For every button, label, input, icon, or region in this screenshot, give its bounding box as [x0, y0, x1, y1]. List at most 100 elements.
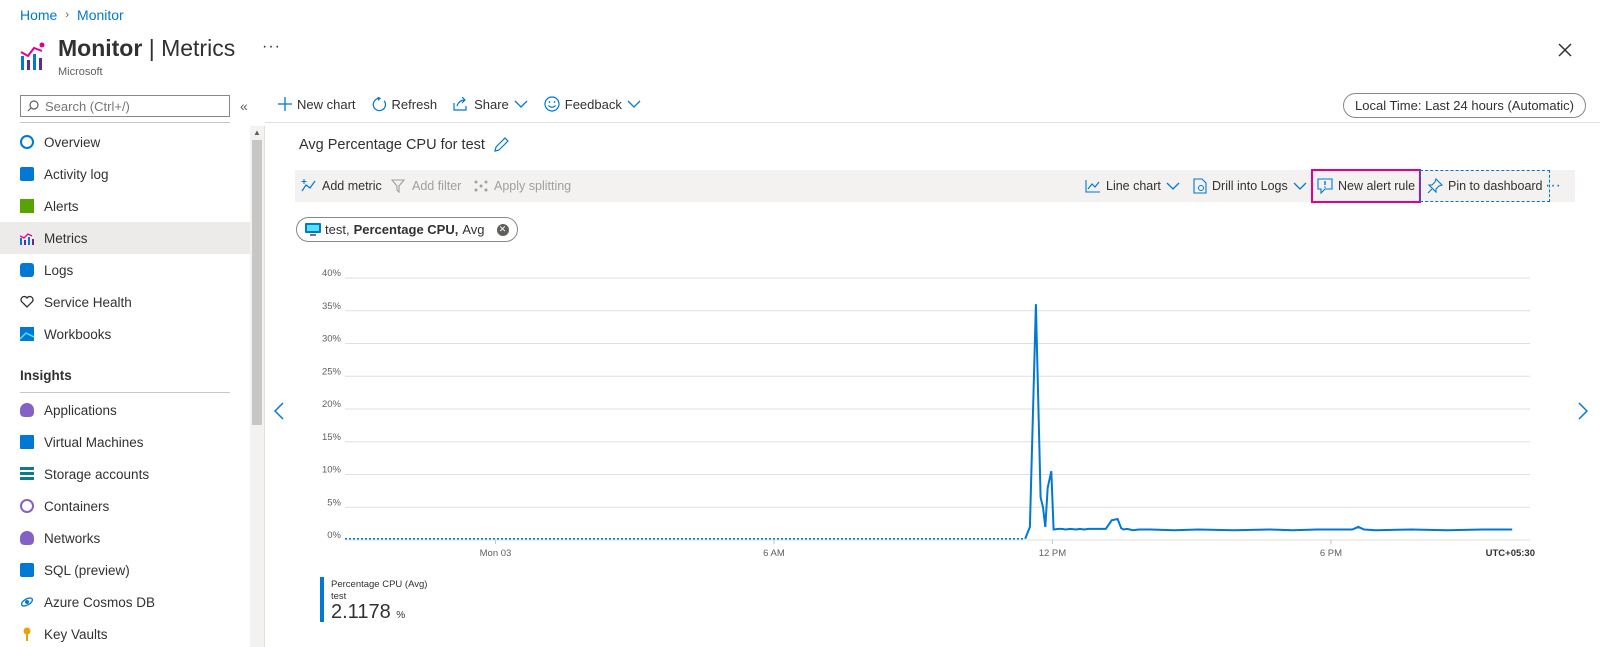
overview-icon — [20, 135, 34, 149]
chevron-right-icon: › — [65, 9, 70, 21]
insights-nav: Applications Virtual Machines Storage ac… — [0, 394, 250, 647]
refresh-label: Refresh — [391, 96, 438, 112]
pill-aggregation: Avg — [462, 222, 485, 237]
add-metric-icon — [301, 179, 316, 192]
networks-icon — [20, 531, 34, 545]
drill-into-logs-dropdown[interactable]: Drill into Logs — [1193, 170, 1307, 202]
search-input[interactable] — [45, 98, 220, 114]
drill-into-logs-label: Drill into Logs — [1212, 179, 1288, 193]
legend-color-bar — [320, 577, 324, 622]
share-button[interactable]: Share — [453, 97, 528, 112]
sidebar-item-label: Workbooks — [44, 326, 112, 342]
apply-splitting-button[interactable]: Apply splitting — [473, 170, 571, 202]
sidebar-item-label: Networks — [44, 530, 101, 546]
sidebar-item-metrics[interactable]: Metrics — [0, 222, 250, 254]
sidebar-item-alerts[interactable]: Alerts — [0, 190, 250, 222]
x-tick-label: 6 AM — [763, 548, 785, 559]
add-metric-button[interactable]: Add metric — [301, 170, 382, 202]
scroll-up-arrow-icon[interactable]: ▲ — [253, 128, 261, 137]
edit-pencil-icon[interactable] — [493, 137, 509, 153]
add-filter-label: Add filter — [412, 179, 462, 193]
y-tick-label: 5% — [327, 497, 341, 508]
alerts-icon — [20, 199, 34, 213]
chevron-down-icon — [1293, 182, 1307, 190]
chart-title-text: Avg Percentage CPU for test — [299, 137, 485, 153]
sidebar-item-cosmos-db[interactable]: Azure Cosmos DB — [0, 586, 250, 618]
sidebar-item-applications[interactable]: Applications — [0, 394, 250, 426]
pin-icon — [1427, 178, 1443, 194]
sidebar-item-label: Activity log — [44, 166, 109, 182]
sidebar-divider — [20, 122, 230, 123]
vm-icon — [20, 435, 34, 449]
key-icon — [23, 627, 31, 641]
plus-icon — [278, 97, 292, 111]
breadcrumb-home-link[interactable]: Home — [20, 7, 57, 23]
y-tick-label: 0% — [327, 530, 341, 541]
sidebar-item-logs[interactable]: Logs — [0, 254, 250, 286]
chevron-down-icon — [514, 100, 528, 108]
legend-value: 2.1178 % — [331, 601, 406, 623]
sidebar-scrollbar[interactable]: ▲ — [250, 126, 264, 647]
chevron-left-icon[interactable] — [273, 400, 284, 426]
workbooks-icon — [20, 327, 34, 341]
pin-to-dashboard-button[interactable]: Pin to dashboard — [1420, 170, 1550, 202]
scrollbar-thumb[interactable] — [252, 140, 262, 425]
refresh-button[interactable]: Refresh — [372, 96, 438, 112]
splitting-icon — [474, 180, 488, 192]
apply-splitting-label: Apply splitting — [494, 179, 572, 193]
page-subtitle: Microsoft — [58, 66, 103, 78]
chart-toolbar: Add metric Add filter Apply splitting Li… — [295, 169, 1575, 203]
search-box[interactable] — [20, 95, 230, 117]
insights-divider — [20, 392, 230, 393]
feedback-button[interactable]: Feedback — [544, 96, 641, 112]
sidebar-item-service-health[interactable]: Service Health — [0, 286, 250, 318]
y-tick-label: 40% — [322, 268, 342, 279]
new-alert-rule-button[interactable]: New alert rule — [1311, 169, 1422, 203]
breadcrumb-monitor-link[interactable]: Monitor — [77, 7, 124, 23]
chart-more-button[interactable]: ··· — [1545, 170, 1561, 202]
line-chart-dropdown[interactable]: Line chart — [1085, 170, 1180, 202]
pill-close-icon[interactable]: ✕ — [496, 223, 509, 236]
sidebar-item-label: Virtual Machines — [44, 434, 144, 450]
new-alert-rule-label: New alert rule — [1338, 179, 1416, 193]
sidebar-item-storage-accounts[interactable]: Storage accounts — [0, 458, 250, 490]
sidebar-item-label: Logs — [44, 262, 74, 278]
page-title: Monitor | Metrics — [58, 35, 236, 61]
sidebar-item-label: Metrics — [44, 230, 88, 246]
share-label: Share — [474, 96, 509, 112]
add-metric-label: Add metric — [322, 179, 382, 193]
heart-icon — [20, 295, 34, 308]
sidebar-item-key-vaults[interactable]: Key Vaults — [0, 618, 250, 647]
containers-icon — [20, 499, 34, 513]
feedback-label: Feedback — [564, 96, 622, 112]
sidebar-item-overview[interactable]: Overview — [0, 126, 250, 158]
sidebar-item-networks[interactable]: Networks — [0, 522, 250, 554]
sidebar-item-activity-log[interactable]: Activity log — [0, 158, 250, 190]
close-icon[interactable] — [1555, 40, 1575, 60]
new-chart-label: New chart — [297, 96, 356, 112]
y-tick-label: 35% — [322, 301, 342, 312]
y-tick-label: 20% — [322, 399, 342, 410]
sidebar-item-sql[interactable]: SQL (preview) — [0, 554, 250, 586]
timezone-label: UTC+05:30 — [1486, 548, 1535, 559]
share-icon — [453, 97, 467, 111]
new-chart-button[interactable]: New chart — [278, 97, 356, 112]
x-tick-label: Mon 03 — [480, 548, 512, 559]
series-line — [1024, 304, 1513, 540]
sidebar-item-workbooks[interactable]: Workbooks — [0, 318, 250, 350]
sidebar-item-label: Key Vaults — [44, 626, 108, 642]
logs-icon — [20, 263, 34, 277]
metric-pill[interactable]: test, Percentage CPU, Avg ✕ — [296, 217, 518, 242]
collapse-sidebar-button[interactable]: « — [240, 98, 248, 114]
more-options-button[interactable]: ··· — [262, 38, 281, 56]
x-tick-label: 6 PM — [1320, 548, 1342, 559]
sidebar-item-containers[interactable]: Containers — [0, 490, 250, 522]
logs-document-icon — [1193, 178, 1207, 194]
alert-icon — [1317, 178, 1333, 194]
time-range-button[interactable]: Local Time: Last 24 hours (Automatic) — [1343, 93, 1586, 118]
sidebar-border — [264, 126, 265, 647]
breadcrumb: Home › Monitor — [20, 7, 124, 23]
pill-metric: Percentage CPU, — [353, 222, 459, 237]
sidebar-item-virtual-machines[interactable]: Virtual Machines — [0, 426, 250, 458]
add-filter-button[interactable]: Add filter — [391, 170, 461, 202]
